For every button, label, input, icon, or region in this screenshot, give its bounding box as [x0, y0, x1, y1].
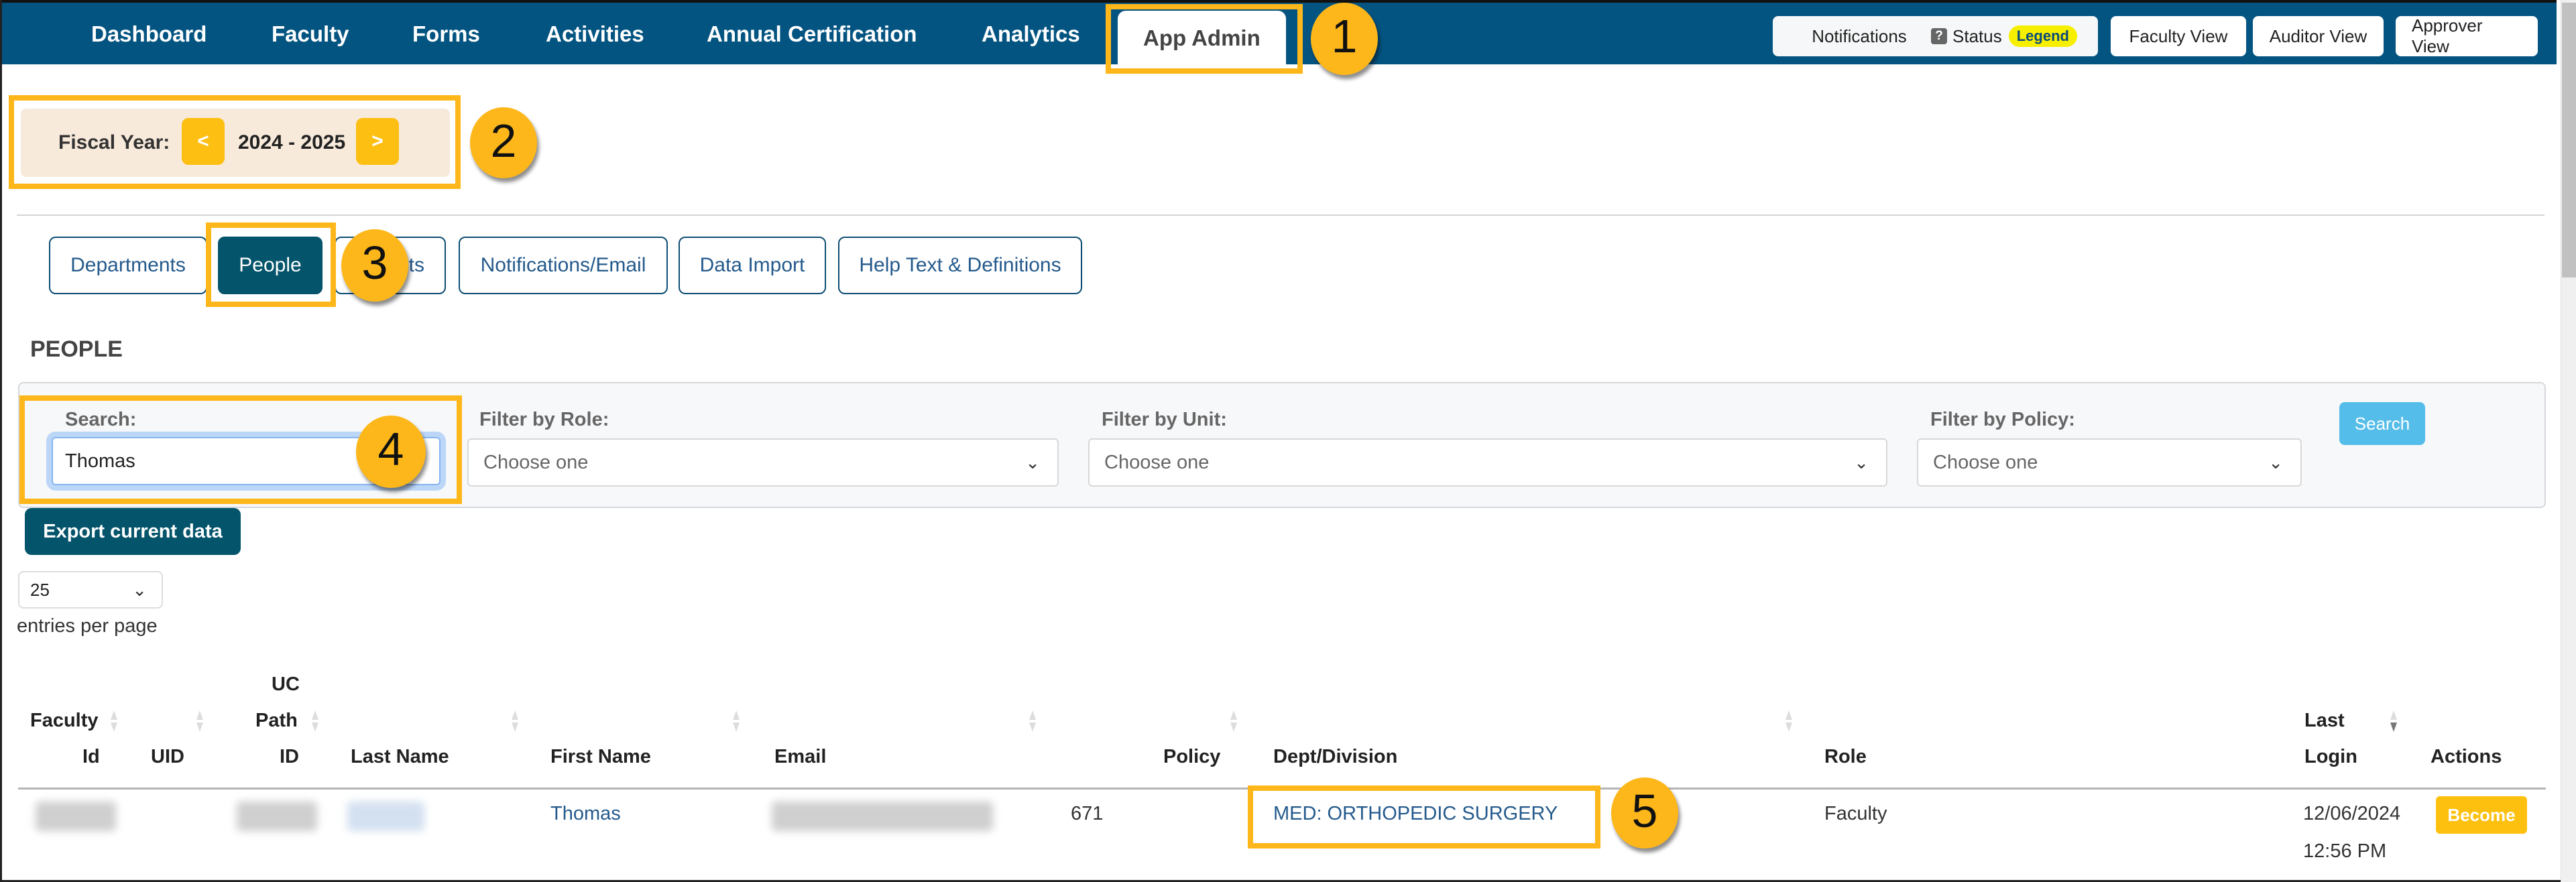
status-label: Status	[1952, 25, 2002, 46]
callout-box-1	[1106, 4, 1303, 74]
faculty-view-button[interactable]: Faculty View	[2111, 16, 2246, 56]
sort-icon[interactable]	[733, 710, 740, 733]
sort-icon[interactable]	[1230, 710, 1237, 733]
sort-desc-icon[interactable]	[2390, 710, 2397, 733]
last-login-time: 12:56 PM	[2303, 840, 2387, 862]
header-uc-path-line3[interactable]: ID	[280, 739, 299, 775]
header-uc-path-line1[interactable]: UC	[272, 666, 300, 702]
policy-filter-label: Filter by Policy:	[1930, 409, 2075, 430]
role-filter-label: Filter by Role:	[479, 409, 609, 430]
role-filter-select[interactable]: Choose one ⌄	[467, 438, 1059, 487]
entries-per-page-select[interactable]: 25 ⌄	[18, 571, 163, 609]
header-actions: Actions	[2431, 746, 2502, 767]
tab-help-text-label: Help Text & Definitions	[859, 254, 1061, 276]
nav-dashboard[interactable]: Dashboard	[91, 21, 207, 47]
callout-badge-3: 3	[341, 229, 408, 302]
entries-label: entries per page	[17, 615, 158, 637]
sort-icon[interactable]	[196, 710, 203, 733]
become-button[interactable]: Become	[2436, 796, 2527, 834]
header-last-login-line1[interactable]: Last	[2304, 702, 2345, 739]
redacted-last-name-link[interactable]	[347, 802, 424, 831]
last-login-date: 12/06/2024	[2303, 803, 2401, 824]
tab-hidden-label: ts	[408, 254, 424, 276]
redacted-faculty-id	[36, 802, 116, 831]
chevron-down-icon: ⌄	[2268, 452, 2283, 472]
export-button[interactable]: Export current data	[25, 508, 241, 555]
unit-filter-select[interactable]: Choose one ⌄	[1088, 438, 1887, 487]
role-filter-value: Choose one	[483, 452, 589, 473]
status-legend-button[interactable]: ? Status Legend	[1910, 16, 2098, 56]
search-button[interactable]: Search	[2339, 402, 2425, 445]
tab-notifications-email[interactable]: Notifications/Email	[459, 237, 668, 294]
nav-faculty[interactable]: Faculty	[272, 21, 349, 47]
policy-filter-value: Choose one	[1933, 452, 2038, 473]
callout-badge-1: 1	[1311, 3, 1378, 75]
callout-badge-5: 5	[1611, 777, 1678, 848]
legend-pill: Legend	[2008, 25, 2077, 47]
become-button-label: Become	[2447, 804, 2516, 825]
tab-data-import-label: Data Import	[699, 254, 805, 276]
policy-cell: 671	[1071, 803, 1104, 824]
callout-box-3	[206, 223, 336, 307]
callout-badge-2: 2	[470, 107, 537, 178]
export-button-label: Export current data	[43, 520, 223, 542]
policy-filter-select[interactable]: Choose one ⌄	[1917, 438, 2302, 487]
sort-icon[interactable]	[512, 710, 518, 733]
chevron-down-icon: ⌄	[1025, 452, 1040, 472]
header-first-name[interactable]: First Name	[550, 739, 651, 775]
entries-value: 25	[30, 580, 50, 600]
header-policy[interactable]: Policy	[1163, 739, 1220, 775]
nav-analytics[interactable]: Analytics	[982, 21, 1080, 47]
divider	[17, 214, 2544, 216]
header-last-name[interactable]: Last Name	[351, 739, 449, 775]
tab-data-import[interactable]: Data Import	[679, 237, 826, 294]
auditor-view-label: Auditor View	[2269, 25, 2367, 46]
nav-forms[interactable]: Forms	[412, 21, 480, 47]
sort-icon[interactable]	[111, 710, 117, 733]
chevron-down-icon: ⌄	[1854, 452, 1869, 472]
header-uid[interactable]: UID	[151, 739, 184, 775]
header-faculty-id-line1[interactable]: Faculty	[30, 702, 99, 739]
tab-departments-label: Departments	[70, 254, 186, 276]
nav-annual-certification[interactable]: Annual Certification	[707, 21, 917, 47]
unit-filter-label: Filter by Unit:	[1102, 409, 1227, 430]
auditor-view-button[interactable]: Auditor View	[2253, 16, 2384, 56]
nav-activities[interactable]: Activities	[546, 21, 644, 47]
role-cell: Faculty	[1824, 803, 1887, 824]
sort-icon[interactable]	[312, 710, 318, 733]
callout-box-5	[1248, 785, 1600, 848]
chevron-down-icon: ⌄	[132, 580, 147, 600]
header-role[interactable]: Role	[1824, 739, 1867, 775]
scrollbar-thumb[interactable]	[2562, 3, 2576, 277]
header-last-login-line2[interactable]: Login	[2304, 739, 2357, 775]
tab-departments[interactable]: Departments	[49, 237, 207, 294]
callout-badge-4: 4	[356, 416, 426, 488]
approver-view-button[interactable]: Approver View	[2396, 15, 2538, 56]
redacted-email	[772, 802, 993, 831]
tab-notifications-email-label: Notifications/Email	[480, 254, 646, 276]
callout-box-2	[9, 95, 461, 189]
first-name-link[interactable]: Thomas	[550, 803, 621, 825]
sort-icon[interactable]	[1029, 710, 1036, 733]
header-uc-path-line2[interactable]: Path	[255, 702, 298, 739]
unit-filter-value: Choose one	[1104, 452, 1210, 473]
redacted-uc-path-id	[237, 802, 317, 831]
approver-view-label: Approver View	[2412, 15, 2483, 56]
notifications-label: Notifications	[1812, 25, 1907, 46]
faculty-view-label: Faculty View	[2129, 25, 2228, 46]
section-title: PEOPLE	[30, 336, 123, 362]
header-faculty-id-line2[interactable]: Id	[82, 739, 100, 775]
header-email[interactable]: Email	[774, 739, 826, 775]
question-icon: ?	[1931, 28, 1948, 44]
tab-help-text[interactable]: Help Text & Definitions	[838, 237, 1082, 294]
header-dept-division[interactable]: Dept/Division	[1273, 739, 1397, 775]
search-button-label: Search	[2354, 413, 2410, 434]
sort-icon[interactable]	[1785, 710, 1792, 733]
